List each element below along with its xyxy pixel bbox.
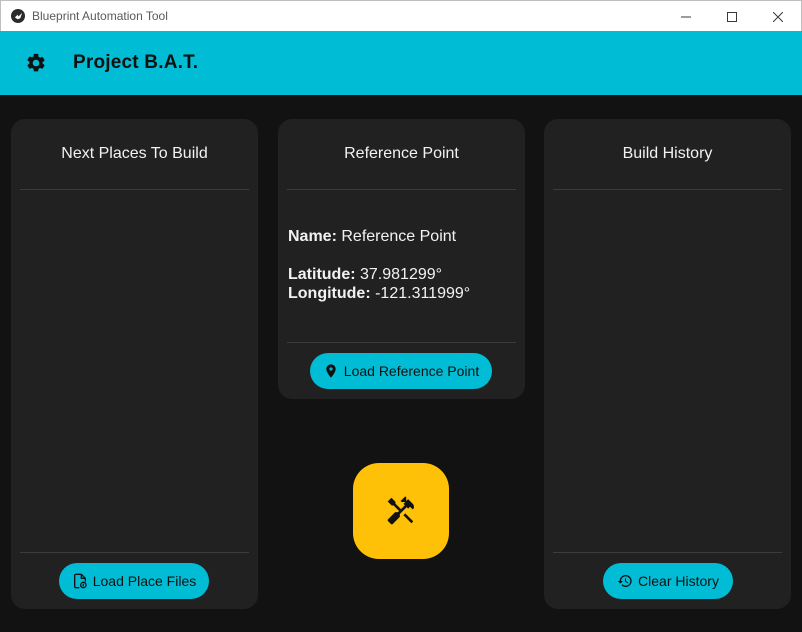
- latitude-value: 37.981299°: [360, 266, 443, 283]
- reference-point-card: Reference Point Name: Reference Point La…: [278, 119, 525, 399]
- window-titlebar: Blueprint Automation Tool: [0, 0, 802, 31]
- close-icon: [773, 11, 783, 22]
- maximize-button[interactable]: [709, 1, 755, 32]
- app-icon: [11, 9, 25, 23]
- close-button[interactable]: [755, 1, 801, 32]
- map-marker-icon: [326, 364, 336, 378]
- maximize-icon: [727, 11, 737, 22]
- hammer-wrench-icon: [387, 496, 414, 525]
- longitude-value: -121.311999°: [375, 285, 471, 302]
- build-history-list[interactable]: [553, 190, 782, 552]
- build-history-title: Build History: [622, 145, 713, 162]
- build-history-bottom-divider: [553, 552, 782, 553]
- minimize-button[interactable]: [663, 1, 709, 32]
- longitude-row: Longitude: -121.311999°: [288, 284, 470, 303]
- load-place-files-label: Load Place Files: [92, 573, 197, 589]
- reference-point-bottom-divider: [287, 342, 516, 343]
- load-reference-point-button[interactable]: Load Reference Point: [310, 353, 492, 389]
- latitude-row: Latitude: 37.981299°: [288, 265, 470, 284]
- next-places-list[interactable]: [20, 190, 249, 552]
- next-places-bottom-divider: [20, 552, 249, 553]
- reference-point-info: Name: Reference Point Latitude: 37.98129…: [288, 227, 470, 303]
- load-reference-point-label: Load Reference Point: [343, 363, 480, 379]
- reference-name-label: Name:: [288, 228, 337, 245]
- next-places-title: Next Places To Build: [61, 145, 208, 162]
- minimize-icon: [681, 16, 691, 17]
- build-button[interactable]: [353, 463, 449, 559]
- longitude-label: Longitude:: [288, 285, 371, 302]
- settings-button[interactable]: [22, 49, 50, 77]
- next-places-card: Next Places To Build Load Place Files: [11, 119, 258, 609]
- clear-history-label: Clear History: [638, 573, 719, 589]
- app-bar: Project B.A.T.: [0, 31, 802, 95]
- history-icon: [617, 575, 632, 587]
- latitude-label: Latitude:: [288, 266, 356, 283]
- load-place-files-button[interactable]: Load Place Files: [59, 563, 209, 599]
- reference-name-row: Name: Reference Point: [288, 227, 470, 246]
- reference-point-title: Reference Point: [344, 145, 459, 162]
- file-upload-icon: [73, 573, 87, 589]
- clear-history-button[interactable]: Clear History: [603, 563, 733, 599]
- build-history-card: Build History Clear History: [544, 119, 791, 609]
- reference-point-top-divider: [287, 189, 516, 190]
- gear-icon: [27, 53, 45, 72]
- app-title: Project B.A.T.: [73, 52, 199, 73]
- window-title: Blueprint Automation Tool: [32, 9, 168, 23]
- reference-name-value: Reference Point: [341, 228, 457, 245]
